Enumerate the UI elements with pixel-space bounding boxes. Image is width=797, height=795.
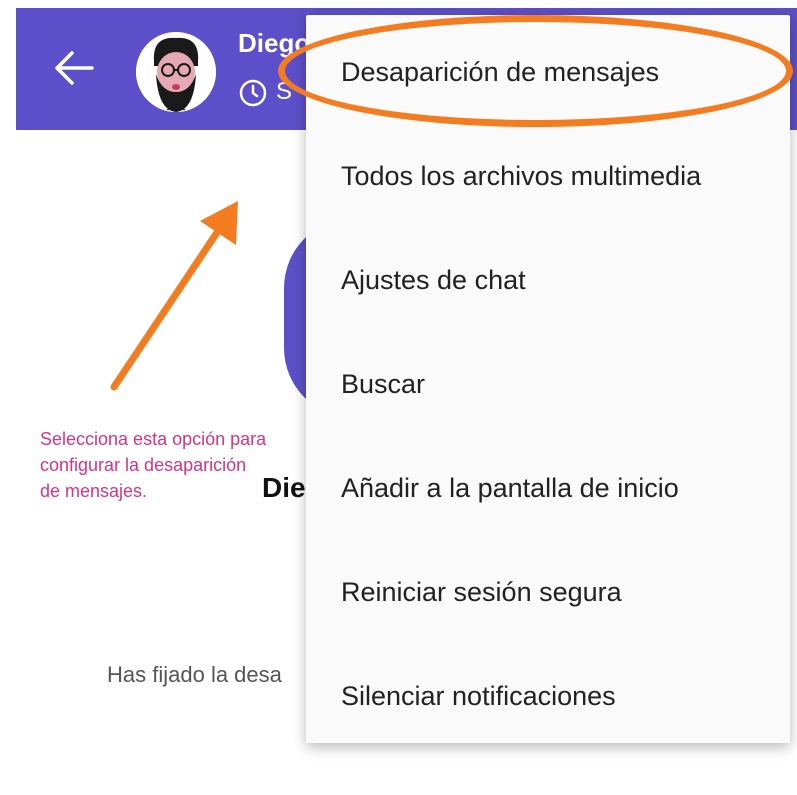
overflow-menu: Desaparición de mensajes Todos los archi… — [306, 15, 790, 743]
timer-icon — [239, 79, 267, 107]
annotation-line-1: Selecciona esta opción para — [40, 429, 267, 449]
contact-avatar[interactable] — [136, 32, 216, 112]
menu-item-search[interactable]: Buscar — [306, 332, 790, 436]
menu-item-chat-settings[interactable]: Ajustes de chat — [306, 228, 790, 332]
menu-item-all-media[interactable]: Todos los archivos multimedia — [306, 124, 790, 228]
back-arrow-icon[interactable] — [52, 48, 96, 88]
menu-item-add-to-home-screen[interactable]: Añadir a la pantalla de inicio — [306, 436, 790, 540]
bearded-man-icon — [136, 32, 216, 112]
disappearing-info-text: Has fijado la desa — [107, 662, 282, 687]
menu-item-reset-secure-session[interactable]: Reiniciar sesión segura — [306, 540, 790, 644]
contact-subtitle: S — [276, 78, 293, 105]
annotation-line-2: configurar la desaparición — [40, 455, 247, 475]
annotation-arrow-icon — [110, 201, 238, 391]
menu-item-mute-notifications[interactable]: Silenciar notificaciones — [306, 644, 790, 748]
contact-name[interactable]: Diego — [238, 28, 310, 59]
annotation-text: Selecciona esta opción para configurar l… — [40, 426, 320, 504]
menu-item-disappearing-messages[interactable]: Desaparición de mensajes — [306, 20, 790, 124]
annotation-line-3: de mensajes. — [40, 481, 148, 501]
